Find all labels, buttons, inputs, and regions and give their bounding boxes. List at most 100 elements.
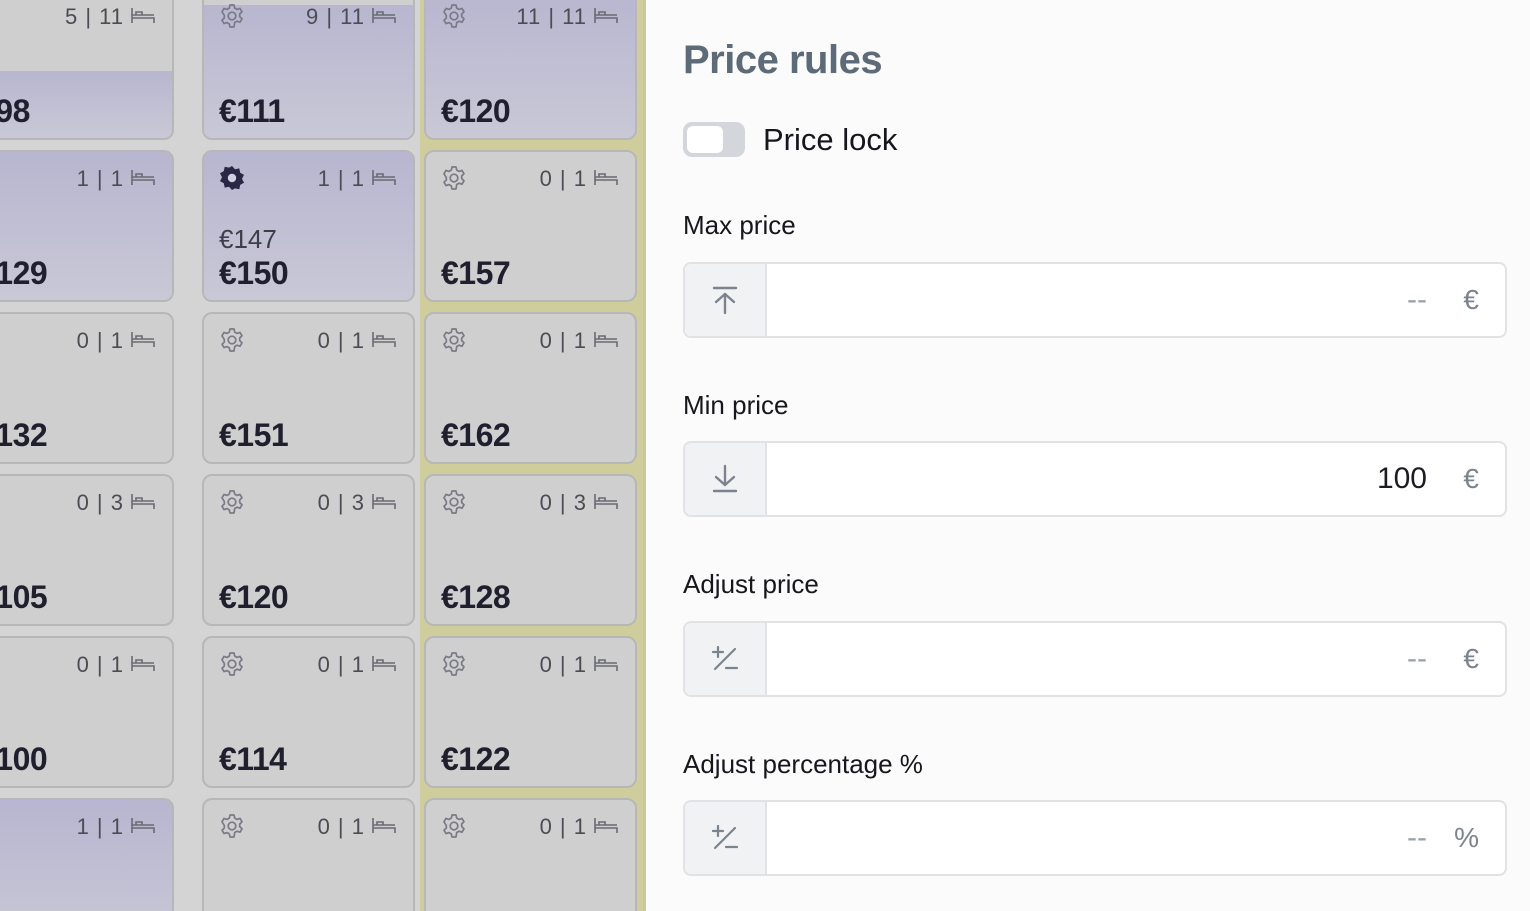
calendar-cell[interactable]: 11 | 11 €120 xyxy=(424,0,637,140)
occupancy-text: 0 | 1 xyxy=(539,814,587,839)
calendar-cell[interactable]: 0 | 3 €120 xyxy=(202,474,415,626)
calendar-cell[interactable]: 5 | 11 €98 xyxy=(0,0,174,140)
occupancy-count: 11 | 11 xyxy=(516,4,619,30)
occupancy-count: 0 | 1 xyxy=(318,652,397,678)
plus-minus-icon xyxy=(685,623,767,695)
gear-icon[interactable] xyxy=(440,650,468,678)
occupancy-text: 0 | 3 xyxy=(76,490,124,515)
adjust-price-value: -- xyxy=(1407,642,1427,675)
cell-price: €122 xyxy=(441,741,511,777)
adjust-percentage-label: Adjust percentage % xyxy=(683,749,923,779)
occupancy-count: 0 | 1 xyxy=(77,652,156,678)
bed-icon xyxy=(130,652,156,678)
calendar-cell[interactable]: 0 | 1 xyxy=(424,798,637,911)
gear-icon[interactable] xyxy=(218,164,246,192)
previous-price: €147 xyxy=(219,224,277,254)
gear-icon[interactable] xyxy=(218,488,246,516)
occupancy-count: 0 | 3 xyxy=(540,490,619,516)
min-price-unit: € xyxy=(1463,463,1479,494)
bed-icon xyxy=(371,328,397,354)
occupancy-text: 5 | 11 xyxy=(64,4,124,29)
bed-icon xyxy=(593,166,619,192)
calendar-cell[interactable]: 0 | 1 €122 xyxy=(424,636,637,788)
calendar-cell[interactable]: 0 | 3 €105 xyxy=(0,474,174,626)
calendar-cell[interactable]: 0 | 1 €162 xyxy=(424,312,637,464)
gear-icon[interactable] xyxy=(218,2,246,30)
calendar-cell[interactable]: 0 | 3 €128 xyxy=(424,474,637,626)
calendar-cell[interactable]: 1 | 1 xyxy=(0,798,174,911)
bed-icon xyxy=(130,4,156,30)
occupancy-count: 1 | 1 xyxy=(77,814,156,840)
calendar-cell[interactable]: 9 | 11 €111 xyxy=(202,0,415,140)
gear-icon[interactable] xyxy=(440,812,468,840)
occupancy-count: 0 | 1 xyxy=(318,328,397,354)
cell-price: €98 xyxy=(0,93,30,129)
occupancy-text: 0 | 3 xyxy=(539,490,587,515)
cell-price: €129 xyxy=(0,255,48,291)
adjust-price-label: Adjust price xyxy=(683,569,819,599)
bed-icon xyxy=(130,166,156,192)
gear-icon[interactable] xyxy=(440,488,468,516)
occupancy-text: 9 | 11 xyxy=(305,4,365,29)
gear-icon[interactable] xyxy=(440,2,468,30)
cell-price: €120 xyxy=(441,93,511,129)
bed-icon xyxy=(593,328,619,354)
max-price-unit: € xyxy=(1463,284,1479,315)
calendar-cell[interactable]: 1 | 1 €147 €150 xyxy=(202,150,415,302)
occupancy-count: 0 | 3 xyxy=(318,490,397,516)
occupancy-text: 1 | 1 xyxy=(76,166,124,191)
cell-price: €162 xyxy=(441,417,511,453)
adjust-percentage-field[interactable]: -- % xyxy=(683,800,1507,876)
occupancy-count: 1 | 1 xyxy=(318,166,397,192)
price-rules-panel: Price rules Price lock Max price -- € Mi… xyxy=(647,0,1530,911)
occupancy-count: 0 | 1 xyxy=(540,328,619,354)
panel-title: Price rules xyxy=(683,38,883,82)
bed-icon xyxy=(593,814,619,840)
gear-icon[interactable] xyxy=(218,650,246,678)
calendar-cell[interactable]: 0 | 1 €114 xyxy=(202,636,415,788)
min-price-field[interactable]: 100 € xyxy=(683,441,1507,517)
price-lock-toggle[interactable] xyxy=(683,122,745,157)
bed-icon xyxy=(371,652,397,678)
occupancy-text: 0 | 1 xyxy=(317,328,365,353)
min-price-label: Min price xyxy=(683,390,789,420)
bed-icon xyxy=(130,814,156,840)
bed-icon xyxy=(130,490,156,516)
cell-price: €100 xyxy=(0,741,48,777)
adjust-percentage-unit: % xyxy=(1454,822,1479,853)
occupancy-count: 1 | 1 xyxy=(77,166,156,192)
gear-icon[interactable] xyxy=(440,326,468,354)
occupancy-count: 0 | 1 xyxy=(77,328,156,354)
adjust-price-field[interactable]: -- € xyxy=(683,621,1507,697)
calendar-cell[interactable]: 0 | 1 xyxy=(202,798,415,911)
occupancy-text: 0 | 1 xyxy=(539,652,587,677)
cell-price: €105 xyxy=(0,579,48,615)
bed-icon xyxy=(371,490,397,516)
calendar-cell[interactable]: 0 | 1 €132 xyxy=(0,312,174,464)
max-price-label: Max price xyxy=(683,210,796,240)
bed-icon xyxy=(593,652,619,678)
gear-icon[interactable] xyxy=(218,326,246,354)
arrow-down-to-line-icon xyxy=(685,443,767,515)
calendar-cell[interactable]: 0 | 1 €157 xyxy=(424,150,637,302)
occupancy-count: 0 | 3 xyxy=(77,490,156,516)
bed-icon xyxy=(130,328,156,354)
bed-icon xyxy=(371,814,397,840)
arrow-up-to-line-icon xyxy=(685,264,767,336)
calendar-cell[interactable]: 0 | 1 €100 xyxy=(0,636,174,788)
cell-price: €111 xyxy=(219,93,285,129)
occupancy-text: 0 | 1 xyxy=(539,166,587,191)
cell-price: €132 xyxy=(0,417,48,453)
gear-icon[interactable] xyxy=(440,164,468,192)
cell-price: €157 xyxy=(441,255,511,291)
bed-icon xyxy=(593,4,619,30)
occupancy-count: 9 | 11 xyxy=(306,4,397,30)
calendar-cell[interactable]: 1 | 1 €129 xyxy=(0,150,174,302)
calendar-cell[interactable]: 0 | 1 €151 xyxy=(202,312,415,464)
occupancy-text: 1 | 1 xyxy=(76,814,124,839)
bed-icon xyxy=(371,166,397,192)
max-price-field[interactable]: -- € xyxy=(683,262,1507,338)
bed-icon xyxy=(371,4,397,30)
cell-price: €151 xyxy=(219,417,289,453)
gear-icon[interactable] xyxy=(218,812,246,840)
